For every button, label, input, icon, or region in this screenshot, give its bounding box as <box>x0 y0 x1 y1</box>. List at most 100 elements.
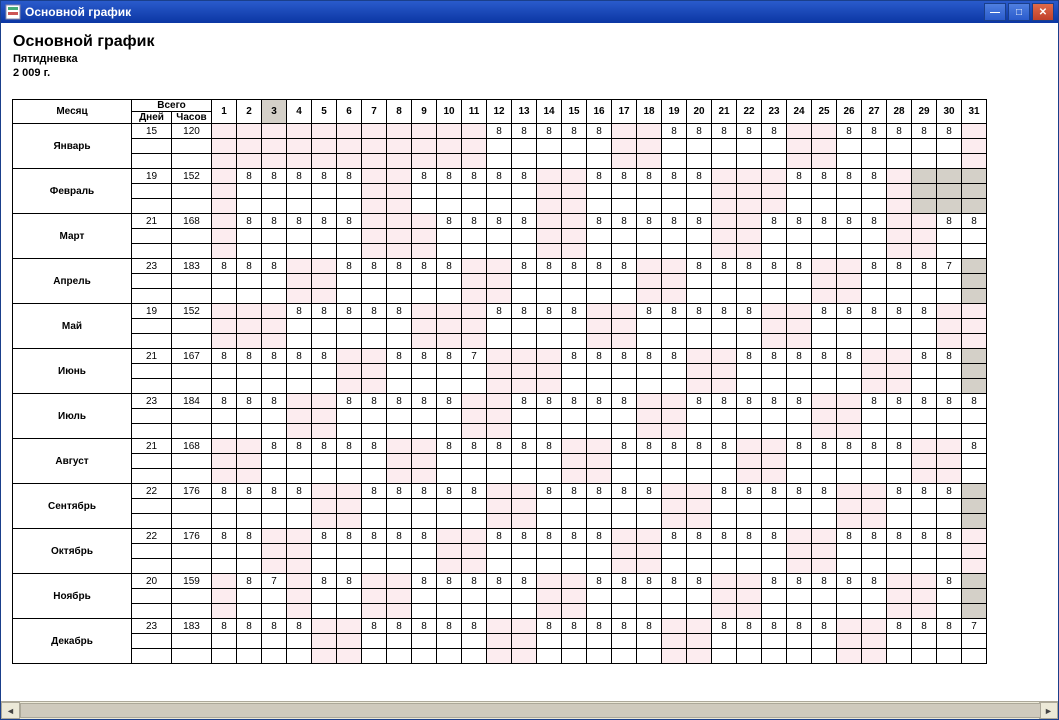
day-sub-cell[interactable] <box>862 604 887 619</box>
day-sub-cell[interactable] <box>412 199 437 214</box>
day-sub-cell[interactable] <box>912 514 937 529</box>
day-sub-cell[interactable] <box>312 559 337 574</box>
day-sub-cell[interactable] <box>487 319 512 334</box>
day-sub-cell[interactable] <box>262 589 287 604</box>
day-cell[interactable] <box>412 439 437 454</box>
day-sub-cell[interactable] <box>612 559 637 574</box>
day-cell[interactable] <box>812 394 837 409</box>
day-sub-cell[interactable] <box>237 184 262 199</box>
day-sub-cell[interactable] <box>812 544 837 559</box>
day-cell[interactable] <box>862 349 887 364</box>
day-sub-cell[interactable] <box>962 544 987 559</box>
day-sub-cell[interactable] <box>287 184 312 199</box>
day-sub-cell[interactable] <box>762 424 787 439</box>
day-sub-cell[interactable] <box>637 514 662 529</box>
day-sub-cell[interactable] <box>337 499 362 514</box>
day-cell[interactable]: 8 <box>837 349 862 364</box>
close-button[interactable]: ✕ <box>1032 3 1054 21</box>
day-sub-cell[interactable] <box>712 409 737 424</box>
day-sub-cell[interactable] <box>212 274 237 289</box>
day-sub-cell[interactable] <box>487 634 512 649</box>
day-sub-cell[interactable] <box>437 334 462 349</box>
day-cell[interactable]: 8 <box>437 484 462 499</box>
day-sub-cell[interactable] <box>537 229 562 244</box>
day-cell[interactable]: 8 <box>212 349 237 364</box>
day-cell[interactable] <box>962 529 987 544</box>
day-sub-cell[interactable] <box>512 544 537 559</box>
day-sub-cell[interactable] <box>237 649 262 664</box>
day-cell[interactable]: 7 <box>962 619 987 634</box>
day-sub-cell[interactable] <box>812 154 837 169</box>
day-sub-cell[interactable] <box>412 364 437 379</box>
day-cell[interactable] <box>337 124 362 139</box>
day-sub-cell[interactable] <box>337 544 362 559</box>
day-sub-cell[interactable] <box>562 634 587 649</box>
day-sub-cell[interactable] <box>787 139 812 154</box>
day-sub-cell[interactable] <box>362 499 387 514</box>
day-cell[interactable]: 8 <box>637 484 662 499</box>
day-sub-cell[interactable] <box>312 409 337 424</box>
day-cell[interactable]: 8 <box>787 169 812 184</box>
day-sub-cell[interactable] <box>662 364 687 379</box>
day-cell[interactable]: 8 <box>337 439 362 454</box>
col-day-10[interactable]: 10 <box>437 100 462 124</box>
day-sub-cell[interactable] <box>387 364 412 379</box>
day-cell[interactable] <box>712 349 737 364</box>
day-sub-cell[interactable] <box>312 589 337 604</box>
day-sub-cell[interactable] <box>237 379 262 394</box>
day-cell[interactable] <box>512 619 537 634</box>
day-sub-cell[interactable] <box>787 244 812 259</box>
day-sub-cell[interactable] <box>762 454 787 469</box>
day-sub-cell[interactable] <box>837 604 862 619</box>
day-sub-cell[interactable] <box>912 379 937 394</box>
day-sub-cell[interactable] <box>337 649 362 664</box>
day-sub-cell[interactable] <box>612 289 637 304</box>
day-sub-cell[interactable] <box>337 604 362 619</box>
day-cell[interactable]: 8 <box>637 349 662 364</box>
day-sub-cell[interactable] <box>387 559 412 574</box>
day-cell[interactable] <box>562 439 587 454</box>
day-sub-cell[interactable] <box>837 454 862 469</box>
day-sub-cell[interactable] <box>712 604 737 619</box>
horizontal-scrollbar[interactable]: ◄ ► <box>1 701 1058 719</box>
day-sub-cell[interactable] <box>412 499 437 514</box>
day-sub-cell[interactable] <box>787 559 812 574</box>
day-cell[interactable]: 8 <box>287 169 312 184</box>
day-sub-cell[interactable] <box>762 409 787 424</box>
day-sub-cell[interactable] <box>462 454 487 469</box>
day-cell[interactable]: 8 <box>762 484 787 499</box>
day-sub-cell[interactable] <box>687 184 712 199</box>
col-day-18[interactable]: 18 <box>637 100 662 124</box>
day-sub-cell[interactable] <box>512 559 537 574</box>
day-sub-cell[interactable] <box>237 274 262 289</box>
day-cell[interactable] <box>387 214 412 229</box>
day-sub-cell[interactable] <box>512 469 537 484</box>
day-sub-cell[interactable] <box>862 139 887 154</box>
day-sub-cell[interactable] <box>487 184 512 199</box>
day-sub-cell[interactable] <box>712 364 737 379</box>
day-sub-cell[interactable] <box>837 154 862 169</box>
day-sub-cell[interactable] <box>912 139 937 154</box>
day-sub-cell[interactable] <box>687 424 712 439</box>
day-cell[interactable]: 8 <box>562 349 587 364</box>
day-sub-cell[interactable] <box>887 319 912 334</box>
day-sub-cell[interactable] <box>212 469 237 484</box>
day-cell[interactable] <box>537 574 562 589</box>
day-cell[interactable] <box>912 574 937 589</box>
day-sub-cell[interactable] <box>537 649 562 664</box>
day-sub-cell[interactable] <box>787 184 812 199</box>
day-cell[interactable]: 8 <box>962 439 987 454</box>
day-sub-cell[interactable] <box>512 274 537 289</box>
day-sub-cell[interactable] <box>712 559 737 574</box>
day-cell[interactable] <box>437 529 462 544</box>
day-cell[interactable] <box>812 259 837 274</box>
day-sub-cell[interactable] <box>437 274 462 289</box>
day-cell[interactable]: 8 <box>337 169 362 184</box>
day-cell[interactable]: 8 <box>562 124 587 139</box>
day-sub-cell[interactable] <box>412 649 437 664</box>
day-sub-cell[interactable] <box>387 604 412 619</box>
day-cell[interactable]: 8 <box>862 439 887 454</box>
day-sub-cell[interactable] <box>612 229 637 244</box>
day-cell[interactable] <box>537 214 562 229</box>
day-sub-cell[interactable] <box>737 559 762 574</box>
